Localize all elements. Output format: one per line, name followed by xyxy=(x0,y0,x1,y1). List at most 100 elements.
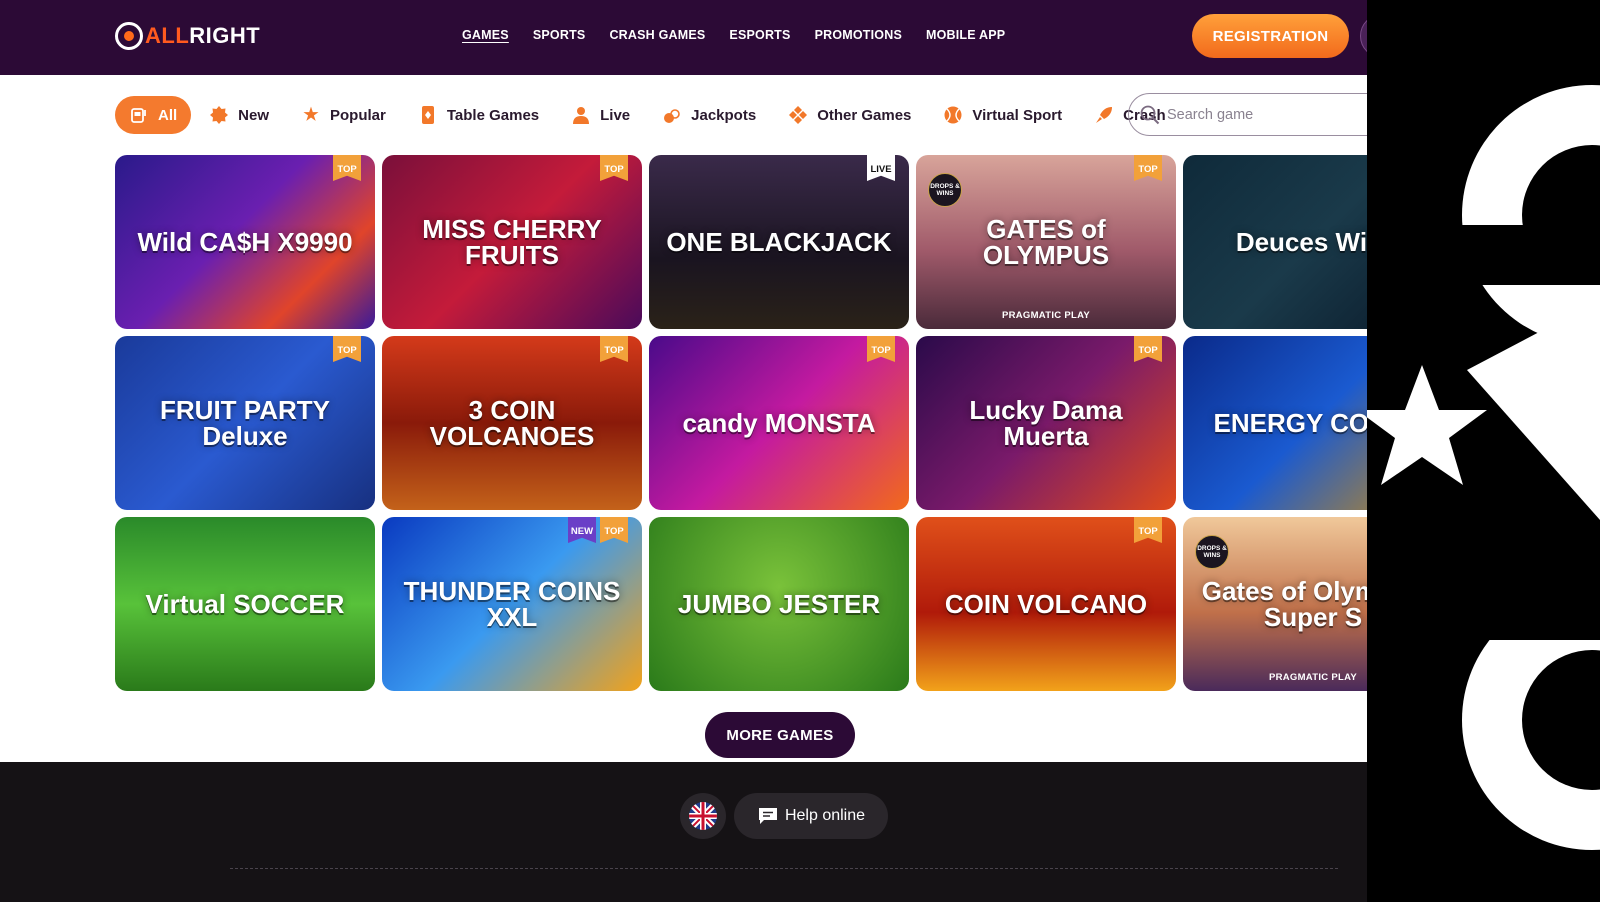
live-badge: LIVE xyxy=(867,155,895,181)
drops-wins-badge: DROPS & WINS xyxy=(928,173,962,207)
top-badge: TOP xyxy=(867,336,895,362)
game-title: GATES of OLYMPUS xyxy=(982,214,1110,270)
game-title: 3 COIN VOLCANOES xyxy=(429,395,595,451)
new-badge-icon xyxy=(209,105,229,125)
category-virtual-sport[interactable]: Virtual Sport xyxy=(929,96,1076,134)
nav-sports[interactable]: SPORTS xyxy=(533,28,586,42)
top-badge: TOP xyxy=(1134,517,1162,543)
logo-text: ALLRIGHT xyxy=(145,23,261,48)
star-icon: ★ xyxy=(303,105,319,124)
badge-group: NEW TOP xyxy=(568,517,628,543)
provider-label: PRAGMATIC PLAY xyxy=(1268,672,1358,683)
uk-flag-icon xyxy=(689,802,717,830)
top-badge: TOP xyxy=(1134,336,1162,362)
top-badge: TOP xyxy=(600,336,628,362)
game-tile[interactable]: GATES of OLYMPUS TOP PRAGMATIC PLAY DROPS &… xyxy=(916,155,1176,329)
badge-group: TOP xyxy=(1134,155,1162,181)
footer xyxy=(0,762,1367,902)
game-tile[interactable]: COIN VOLCANO TOP xyxy=(916,517,1176,691)
help-online-button[interactable]: Help online xyxy=(734,793,888,839)
page: ALLRIGHT GAMES SPORTS CRASH GAMES ESPORT… xyxy=(0,0,1367,902)
game-tile[interactable]: ENERGY COINS xyxy=(1183,336,1367,510)
footer-divider xyxy=(230,868,1338,869)
top-badge: TOP xyxy=(600,155,628,181)
game-grid: Wild CA$H X9990 TOP MISS CHERRY FRUITS TOP O… xyxy=(115,155,1367,691)
search-input[interactable] xyxy=(1167,106,1367,123)
game-tile[interactable]: Virtual SOCCER xyxy=(115,517,375,691)
main-nav: GAMES SPORTS CRASH GAMES ESPORTS PROMOTI… xyxy=(462,28,1005,42)
badge-group: LIVE xyxy=(867,155,895,181)
new-badge: NEW xyxy=(568,517,596,543)
chat-icon xyxy=(758,808,777,824)
logo-chip-icon xyxy=(115,22,143,50)
top-badge: TOP xyxy=(600,517,628,543)
drops-wins-badge: DROPS & WINS xyxy=(1195,535,1229,569)
game-tile[interactable]: 3 COIN VOLCANOES TOP xyxy=(382,336,642,510)
game-tile[interactable]: candy MONSTA TOP xyxy=(649,336,909,510)
provider-label: PRAGMATIC PLAY xyxy=(1001,310,1091,321)
diamonds-icon xyxy=(788,105,808,125)
game-tile[interactable]: ONE BLACKJACK LIVE xyxy=(649,155,909,329)
game-title: ONE BLACKJACK xyxy=(666,227,892,257)
category-all[interactable]: All xyxy=(115,96,192,134)
more-games-button[interactable]: MORE GAMES xyxy=(705,712,855,758)
badge-group: TOP xyxy=(1134,336,1162,362)
game-title: ENERGY COINS xyxy=(1213,408,1367,438)
top-badge: TOP xyxy=(1134,155,1162,181)
login-button[interactable] xyxy=(1360,14,1367,58)
category-bar: All New ★ Popular Table Games Live Jackpo… xyxy=(115,95,1184,135)
ball-icon xyxy=(943,105,963,125)
game-tile[interactable]: FRUIT PARTY Deluxe TOP xyxy=(115,336,375,510)
game-title: MISS CHERRY FRUITS xyxy=(422,214,602,270)
nav-games[interactable]: GAMES xyxy=(462,28,509,42)
category-live[interactable]: Live xyxy=(557,96,644,134)
category-table-games[interactable]: Table Games xyxy=(404,96,553,134)
badge-group: TOP xyxy=(333,336,361,362)
top-header: ALLRIGHT GAMES SPORTS CRASH GAMES ESPORT… xyxy=(0,0,1367,75)
rocket-icon xyxy=(1094,105,1114,125)
badge-group: TOP xyxy=(333,155,361,181)
game-title: FRUIT PARTY Deluxe xyxy=(160,395,330,451)
badge-group: TOP xyxy=(600,155,628,181)
category-jackpots[interactable]: Jackpots xyxy=(648,96,770,134)
person-icon xyxy=(571,105,591,125)
badge-group: TOP xyxy=(600,336,628,362)
game-title: JUMBO JESTER xyxy=(677,589,881,619)
card-icon xyxy=(418,105,438,125)
top-badge: TOP xyxy=(333,155,361,181)
nav-esports[interactable]: ESPORTS xyxy=(729,28,790,42)
game-tile[interactable]: JUMBO JESTER xyxy=(649,517,909,691)
game-title: Gates of Olympus Super S xyxy=(1201,576,1367,632)
allright-logo[interactable]: ALLRIGHT xyxy=(115,22,260,50)
game-tile[interactable]: THUNDER COINS XXL NEW TOP xyxy=(382,517,642,691)
game-title: COIN VOLCANO xyxy=(944,589,1148,619)
category-popular[interactable]: ★ Popular xyxy=(287,96,400,134)
game-tile[interactable]: Deuces Wild xyxy=(1183,155,1367,329)
language-selector[interactable] xyxy=(680,793,726,839)
nav-promotions[interactable]: PROMOTIONS xyxy=(815,28,902,42)
nav-crash-games[interactable]: CRASH GAMES xyxy=(609,28,705,42)
game-tile[interactable]: Wild CA$H X9990 TOP xyxy=(115,155,375,329)
nav-mobile-app[interactable]: MOBILE APP xyxy=(926,28,1005,42)
search-box[interactable] xyxy=(1128,93,1367,136)
slot-machine-icon xyxy=(129,105,149,125)
game-title: Wild CA$H X9990 xyxy=(137,227,353,257)
game-title: THUNDER COINS XXL xyxy=(403,576,621,632)
game-title: Lucky Dama Muerta xyxy=(969,395,1123,451)
registration-button[interactable]: REGISTRATION xyxy=(1192,14,1349,58)
game-title: candy MONSTA xyxy=(682,408,876,438)
search-icon xyxy=(1140,105,1160,124)
game-title: Virtual SOCCER xyxy=(145,589,345,619)
game-tile[interactable]: Gates of Olympus Super S PRAGMATIC PLAY DR… xyxy=(1183,517,1367,691)
game-title: Deuces Wild xyxy=(1235,227,1367,257)
category-other-games[interactable]: Other Games xyxy=(774,96,925,134)
decorative-shapes xyxy=(1367,85,1600,850)
decorative-panel xyxy=(1367,0,1600,902)
badge-group: TOP xyxy=(1134,517,1162,543)
top-badge: TOP xyxy=(333,336,361,362)
jackpot-icon xyxy=(662,105,682,125)
game-tile[interactable]: Lucky Dama Muerta TOP xyxy=(916,336,1176,510)
category-new[interactable]: New xyxy=(195,96,283,134)
game-tile[interactable]: MISS CHERRY FRUITS TOP xyxy=(382,155,642,329)
badge-group: TOP xyxy=(867,336,895,362)
